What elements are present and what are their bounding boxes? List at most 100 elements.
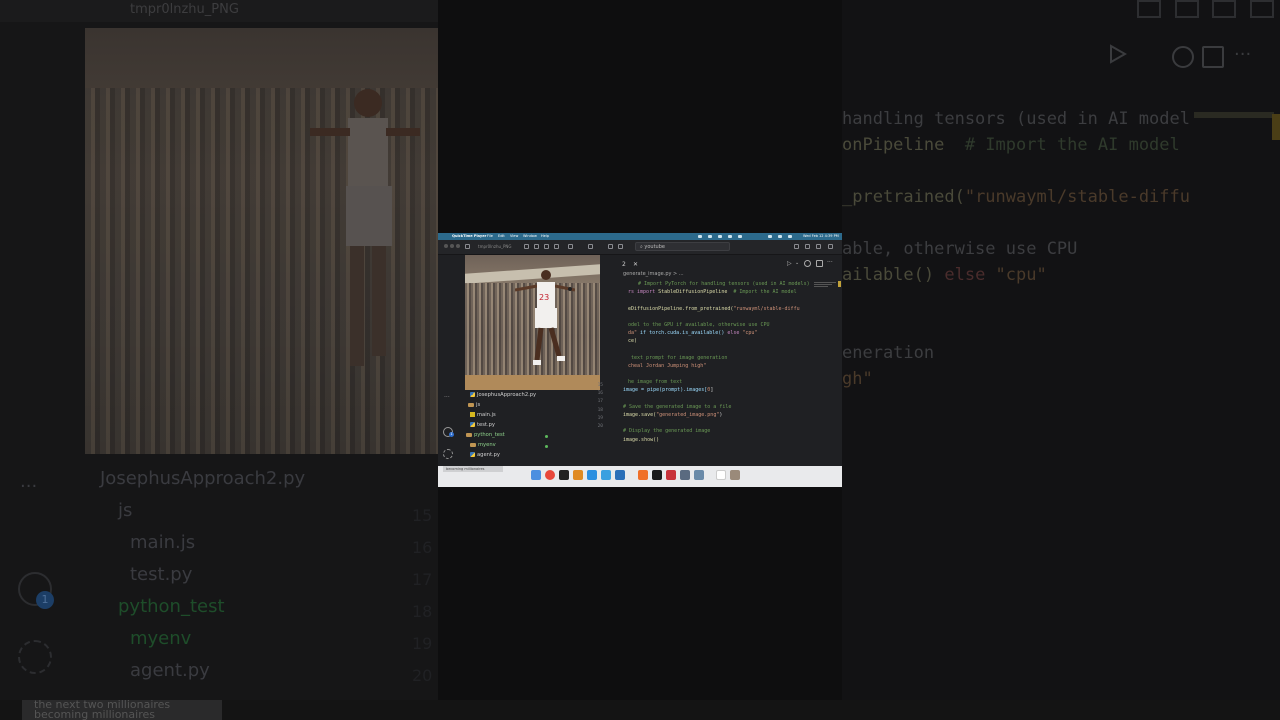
code-line[interactable]: he image from text [628,378,810,386]
code-line[interactable]: text prompt for image generation [628,354,810,362]
background-title: tmpr0lnzhu_PNG [130,2,239,17]
close-preview-icon[interactable] [608,244,613,249]
battery-icon[interactable] [778,235,782,238]
menubar-clock[interactable]: Wed Feb 12 4:39 PM [803,233,839,240]
line-number-gutter: 15 16 17 18 19 20 [593,382,603,431]
share-icon[interactable] [554,244,559,249]
menubar-app-name[interactable]: QuickTime Player [452,233,486,240]
code-line[interactable] [626,296,810,304]
zoom-out-icon[interactable] [534,244,539,249]
search-input[interactable]: ⌕ youtube [635,242,730,251]
menu-help[interactable]: Help [541,233,549,240]
close-window-button[interactable] [444,244,448,248]
background-bottom-bar: the next two millionaires becoming milli… [0,699,1280,720]
layout-panel-icon[interactable] [805,244,810,249]
background-file-row: myenv [130,628,192,649]
code-line[interactable] [626,313,810,321]
folder-item[interactable]: myenv [470,442,496,448]
code-line[interactable]: ce) [628,337,810,345]
zoom-in-icon[interactable] [544,244,549,249]
folder-item[interactable]: js [468,402,480,408]
forward-icon[interactable] [618,244,623,249]
line-number: 20 [597,424,603,430]
terminal-icon[interactable] [559,470,569,480]
code-line[interactable]: rs import StableDiffusionPipeline # Impo… [628,288,810,296]
status-icon[interactable] [718,235,722,238]
python-file-icon [470,422,475,427]
preview-icon[interactable] [716,470,726,480]
info-icon[interactable] [524,244,529,249]
timeline-icon[interactable] [804,260,811,267]
breadcrumb[interactable]: generate_image.py > ... [623,271,684,277]
scrollbar-marker[interactable] [838,281,841,287]
control-center-icon[interactable] [788,235,792,238]
settings-gear-icon[interactable] [443,449,453,459]
run-icon[interactable]: ▷ [787,260,792,267]
code-line[interactable]: odel to the GPU if available, otherwise … [628,321,810,329]
code-line[interactable]: # Display the generated image [623,427,810,435]
code-line[interactable]: # Save the generated image to a file [623,403,810,411]
zoom-window-button[interactable] [456,244,460,248]
menu-view[interactable]: View [510,233,518,240]
line-number: 19 [597,415,603,421]
split-editor-icon[interactable] [816,260,823,267]
wifi-icon[interactable] [768,235,772,238]
code-line[interactable]: image.show() [623,436,810,444]
editor-tab[interactable]: 2 ✕ [618,255,638,268]
safari-icon[interactable] [601,470,611,480]
more-actions-icon[interactable]: ··· [827,259,833,266]
file-item[interactable]: agent.py [470,452,500,458]
minimap[interactable] [814,280,836,290]
code-line[interactable] [626,346,810,354]
code-line[interactable]: cheal Jordan Jumping high" [628,362,810,370]
code-line[interactable]: eDiffusionPipeline.from_pretrained("runw… [628,305,810,313]
status-icon[interactable] [738,235,742,238]
background-history-icon [1172,46,1194,68]
finder-icon[interactable] [531,470,541,480]
app-icon[interactable] [666,470,676,480]
file-item[interactable]: JosephusApproach2.py [470,392,536,398]
trash-icon[interactable] [730,470,740,480]
background-line-number: 17 [412,570,433,589]
chrome-icon[interactable] [545,470,555,480]
minimize-window-button[interactable] [450,244,454,248]
menu-edit[interactable]: Edit [498,233,505,240]
close-tab-icon[interactable]: ✕ [633,261,638,268]
layout-secondary-icon[interactable] [816,244,821,249]
code-line[interactable]: da" if torch.cuda.is_available() else "c… [628,329,810,337]
sublime-icon[interactable] [573,470,583,480]
markup-icon[interactable] [568,244,573,249]
file-item[interactable]: test.py [470,422,495,428]
customize-layout-icon[interactable] [828,244,833,249]
code-line[interactable]: image = pipe(prompt).images[0] [623,386,810,394]
app-icon[interactable] [680,470,690,480]
sidebar-toggle-icon[interactable] [465,244,470,249]
cursor-icon[interactable] [652,470,662,480]
status-icon[interactable] [698,235,702,238]
line-number: 15 [597,383,603,388]
app-icon[interactable] [694,470,704,480]
rotate-icon[interactable] [588,244,593,249]
explorer-more-icon[interactable]: ··· [444,394,450,401]
background-line-number: 19 [412,634,433,653]
code-editor[interactable]: # Import PyTorch for handling tensors (u… [623,280,810,444]
code-line[interactable] [626,419,810,427]
folder-item[interactable]: python_test [466,432,505,438]
status-icon[interactable] [708,235,712,238]
code-line[interactable] [626,395,810,403]
status-icon[interactable] [728,235,732,238]
brave-icon[interactable] [638,470,648,480]
menu-window[interactable]: Window [523,233,537,240]
background-line-numbers: 15 16 17 18 19 20 [412,500,432,692]
line-number: 16 [597,391,603,397]
code-line[interactable]: # Import PyTorch for handling tensors (u… [638,280,810,288]
run-dropdown-icon[interactable]: ⌄ [795,260,799,266]
code-line[interactable]: image.save("generated_image.png") [623,411,810,419]
code-line[interactable] [626,370,810,378]
file-item[interactable]: main.js [470,412,496,418]
appstore-icon[interactable] [587,470,597,480]
background-run-icon [1107,44,1128,64]
menu-file[interactable]: File [487,233,493,240]
layout-sidebar-icon[interactable] [794,244,799,249]
vscode-icon[interactable] [615,470,625,480]
